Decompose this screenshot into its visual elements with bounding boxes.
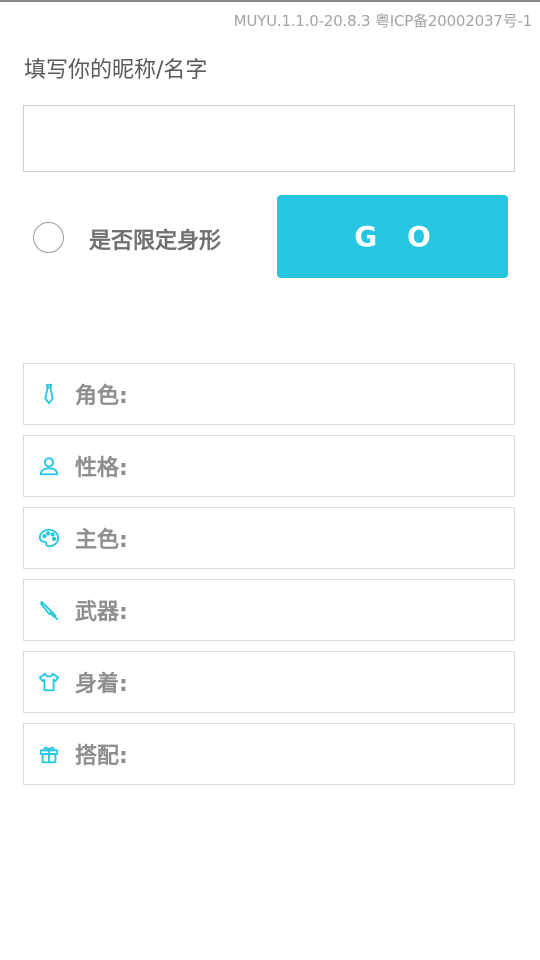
result-label-weapon: 武器:: [75, 600, 128, 625]
person-icon: [37, 454, 61, 478]
tie-icon: [37, 382, 61, 406]
result-row-match: 搭配:: [23, 723, 515, 785]
result-row-role: 角色:: [23, 363, 515, 425]
shirt-icon: [37, 670, 61, 694]
result-label-outfit: 身着:: [75, 672, 128, 697]
version-text: MUYU.1.1.0-20.8.3 粤ICP备20002037号-1: [233, 12, 533, 30]
palette-icon: [37, 526, 61, 550]
result-row-weapon: 武器:: [23, 579, 515, 641]
limit-body-radio[interactable]: [33, 222, 64, 253]
gift-icon: [37, 742, 61, 766]
nickname-label: 填写你的昵称/名字: [24, 58, 208, 83]
result-label-main-color: 主色:: [75, 528, 128, 553]
limit-body-label[interactable]: 是否限定身形: [89, 223, 221, 255]
go-button[interactable]: G O: [277, 195, 508, 278]
result-label-role: 角色:: [75, 384, 128, 409]
result-row-personality: 性格:: [23, 435, 515, 497]
result-label-match: 搭配:: [75, 744, 128, 769]
brush-icon: [37, 598, 61, 622]
result-row-outfit: 身着:: [23, 651, 515, 713]
result-row-main-color: 主色:: [23, 507, 515, 569]
top-divider: [0, 0, 540, 2]
app-screen: MUYU.1.1.0-20.8.3 粤ICP备20002037号-1 填写你的昵…: [0, 0, 540, 960]
result-label-personality: 性格:: [75, 456, 128, 481]
nickname-input[interactable]: [23, 105, 515, 172]
